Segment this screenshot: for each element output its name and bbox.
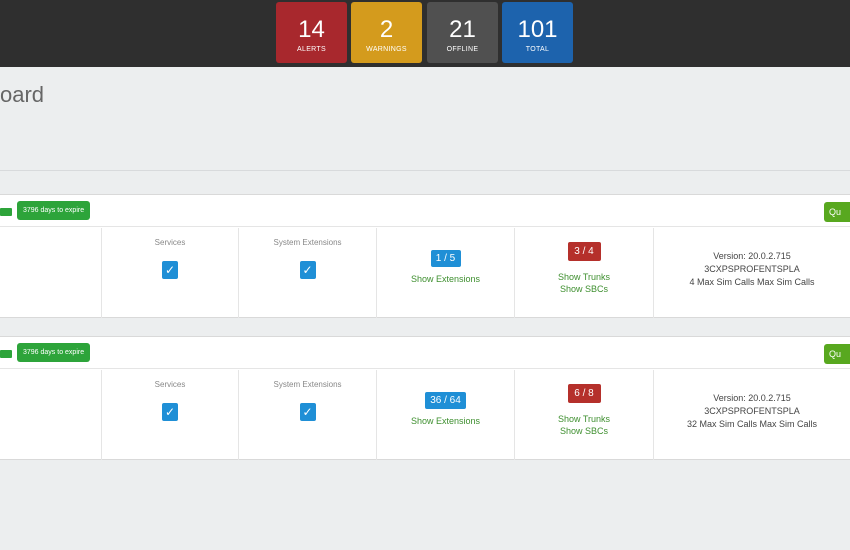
show-sbcs-link[interactable]: Show SBCs — [515, 425, 653, 437]
trunks-count-badge: 3 / 4 — [567, 242, 601, 261]
version-info-cell: Version: 20.0.2.715 3CXPSPROFENTSPLA 4 M… — [654, 228, 850, 318]
extensions-cell: 36 / 64 Show Extensions — [377, 370, 515, 460]
version-text: Version: 20.0.2.715 — [713, 393, 791, 403]
warnings-count: 2 — [379, 16, 394, 43]
instance-name-cell — [0, 370, 102, 460]
card-header: 3796 days to expire Qu — [0, 337, 850, 369]
section-divider — [0, 170, 850, 171]
system-extensions-label: System Extensions — [273, 380, 342, 389]
services-label: Services — [154, 238, 186, 247]
edition-text: 3CXPSPROFENTSPLA — [704, 406, 800, 416]
services-check-icon: ✓ — [162, 261, 178, 279]
system-extensions-check-icon: ✓ — [299, 403, 316, 421]
show-extensions-link[interactable]: Show Extensions — [377, 415, 514, 427]
total-label: TOTAL — [525, 46, 550, 53]
extensions-count-badge: 36 / 64 — [425, 392, 466, 409]
system-extensions-check-icon: ✓ — [299, 261, 316, 279]
expiry-badge: 3796 days to expire — [17, 201, 91, 220]
show-extensions-link[interactable]: Show Extensions — [377, 273, 514, 285]
services-label: Services — [154, 380, 186, 389]
instance-name-cell — [0, 228, 102, 318]
services-cell: Services ✓ — [102, 228, 239, 318]
extensions-cell: 1 / 5 Show Extensions — [377, 228, 515, 318]
card-header: 3796 days to expire Qu — [0, 195, 850, 227]
alerts-count: 14 — [298, 16, 325, 43]
system-extensions-cell: System Extensions ✓ — [239, 370, 377, 460]
instance-card: 3796 days to expire Qu Services ✓ System… — [0, 194, 850, 318]
license-icon — [0, 208, 12, 216]
edition-text: 3CXPSPROFENTSPLA — [704, 264, 800, 274]
warnings-stat[interactable]: 2 WARNINGS — [351, 2, 422, 63]
alerts-stat[interactable]: 14 ALERTS — [276, 2, 347, 63]
version-info-cell: Version: 20.0.2.715 3CXPSPROFENTSPLA 32 … — [654, 370, 850, 460]
quick-action-button[interactable]: Qu — [824, 344, 850, 364]
trunks-count-badge: 6 / 8 — [567, 384, 601, 403]
offline-label: OFFLINE — [446, 46, 479, 53]
quick-action-button[interactable]: Qu — [824, 202, 850, 222]
sim-calls-text: 4 Max Sim Calls Max Sim Calls — [689, 277, 815, 287]
total-stat[interactable]: 101 TOTAL — [502, 2, 573, 63]
show-trunks-link[interactable]: Show Trunks — [515, 413, 653, 425]
sim-calls-text: 32 Max Sim Calls Max Sim Calls — [686, 419, 818, 429]
version-text: Version: 20.0.2.715 — [713, 251, 791, 261]
show-sbcs-link[interactable]: Show SBCs — [515, 283, 653, 295]
services-check-icon: ✓ — [162, 403, 178, 421]
services-cell: Services ✓ — [102, 370, 239, 460]
license-icon — [0, 350, 12, 358]
warnings-label: WARNINGS — [366, 46, 407, 53]
instance-card: 3796 days to expire Qu Services ✓ System… — [0, 336, 850, 460]
system-extensions-label: System Extensions — [273, 238, 342, 247]
expiry-badge: 3796 days to expire — [17, 343, 91, 362]
offline-stat[interactable]: 21 OFFLINE — [427, 2, 498, 63]
trunks-cell: 3 / 4 Show Trunks Show SBCs — [515, 228, 654, 318]
top-status-bar: 14 ALERTS 2 WARNINGS 21 OFFLINE 101 TOTA… — [0, 0, 850, 67]
show-trunks-link[interactable]: Show Trunks — [515, 271, 653, 283]
page-title: oard — [0, 82, 45, 107]
offline-count: 21 — [449, 16, 476, 43]
total-count: 101 — [517, 16, 558, 43]
trunks-cell: 6 / 8 Show Trunks Show SBCs — [515, 370, 654, 460]
alerts-label: ALERTS — [297, 46, 326, 53]
extensions-count-badge: 1 / 5 — [430, 250, 461, 267]
system-extensions-cell: System Extensions ✓ — [239, 228, 377, 318]
